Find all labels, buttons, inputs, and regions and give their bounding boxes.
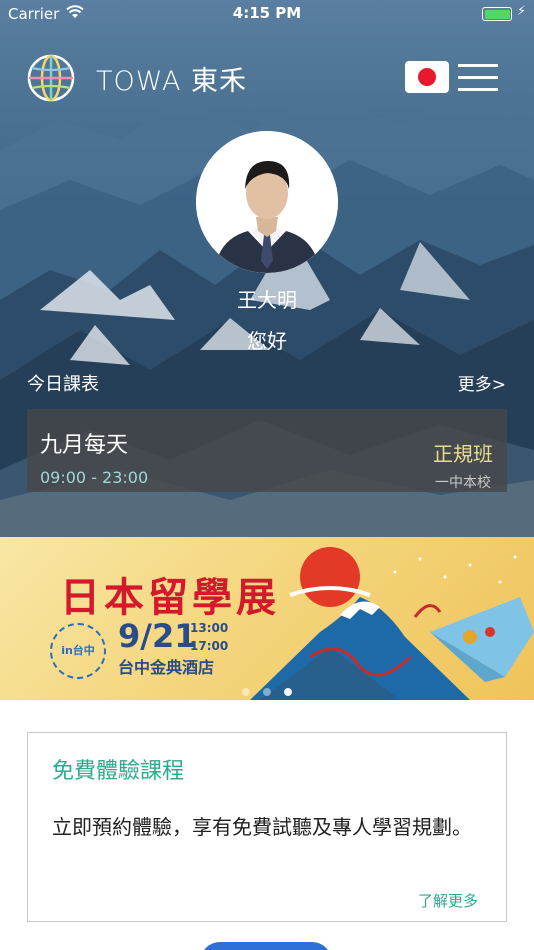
avatar[interactable] — [196, 131, 338, 273]
status-bar: Carrier 4:15 PM ⚡ — [0, 0, 534, 28]
greeting: 您好 — [247, 329, 287, 353]
class-name: 九月每天 — [40, 433, 129, 458]
battery-icon — [482, 7, 512, 21]
clock: 4:15 PM — [232, 4, 302, 22]
banner-date: 9/21 — [118, 617, 197, 655]
class-card[interactable]: 九月每天 09:00 - 23:00 正規班 一中本校 — [27, 409, 507, 492]
carousel-page-indicator[interactable] — [240, 688, 300, 700]
user-name: 王大明 — [237, 288, 297, 312]
promo-banner[interactable]: 日本留學展 in台中 9/21 13:00 17:00 台中金典酒店 — [0, 537, 534, 700]
class-type: 正規班 — [433, 442, 493, 466]
trial-course-card[interactable]: 免費體驗課程 立即預約體驗，享有免費試聽及專人學習規劃。 了解更多 — [27, 732, 507, 922]
banner-title: 日本留學展 — [60, 575, 280, 621]
banner-location-badge: in台中 — [50, 623, 106, 679]
carousel-dot[interactable] — [263, 688, 271, 696]
carousel-dot[interactable] — [242, 688, 250, 696]
banner-time-end: 17:00 — [190, 639, 229, 653]
banner-time-start: 13:00 — [190, 621, 229, 635]
carousel-dot-active[interactable] — [284, 688, 292, 696]
bottom-action-button[interactable] — [200, 942, 332, 950]
profile-photo — [196, 131, 338, 273]
charging-icon: ⚡ — [516, 4, 526, 19]
japan-flag-icon[interactable] — [405, 61, 449, 93]
class-time: 09:00 - 23:00 — [40, 468, 149, 487]
hamburger-menu-icon[interactable] — [458, 62, 498, 92]
brand[interactable]: TOWA 東禾 — [26, 52, 247, 104]
trial-more-link[interactable]: 了解更多 — [418, 890, 478, 911]
brand-name: TOWA 東禾 — [96, 65, 248, 97]
schedule-more-link[interactable]: 更多> — [458, 370, 506, 395]
schedule-title: 今日課表 — [27, 374, 99, 395]
trial-description: 立即預約體驗，享有免費試聽及專人學習規劃。 — [52, 815, 472, 839]
banner-venue: 台中金典酒店 — [118, 658, 215, 677]
class-location: 一中本校 — [435, 475, 491, 491]
trial-title: 免費體驗課程 — [52, 759, 185, 784]
globe-logo-icon — [27, 54, 75, 102]
hero-background: Carrier 4:15 PM ⚡ TOWA 東禾 王大明 您好 今日課表 更多… — [0, 0, 534, 537]
